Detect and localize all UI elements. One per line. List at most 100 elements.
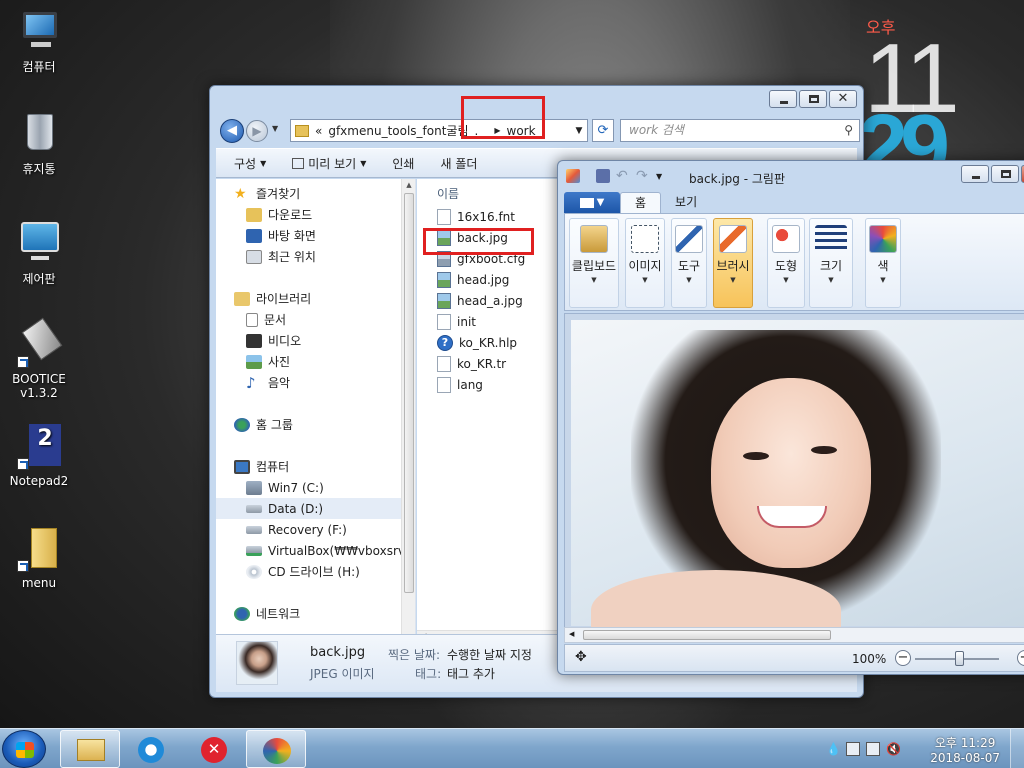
nav-desktop[interactable]: 바탕 화면 [246, 225, 401, 246]
minimize-button[interactable] [769, 90, 797, 108]
forward-button[interactable]: ▶ [246, 120, 268, 142]
preview-button[interactable]: 미리 보기 ▼ [292, 155, 366, 172]
paint-menu-button[interactable]: ▼ [564, 192, 620, 213]
customize-qat-icon[interactable]: ▼ [656, 172, 662, 181]
shortcut-arrow-icon [17, 560, 29, 572]
brushes-group[interactable]: 브러시 ▼ [713, 218, 753, 308]
nav-music[interactable]: ♪ 음악 [246, 372, 401, 393]
scroll-up-icon[interactable]: ▲ [402, 181, 415, 189]
detail-tag-value[interactable]: 태그 추가 [447, 665, 495, 682]
desktop-icon-control-panel[interactable]: 제어판 [1, 220, 77, 287]
image-file-icon [437, 292, 451, 309]
refresh-button[interactable]: ⟳ [592, 119, 614, 142]
taskbar-paint-button[interactable] [246, 730, 306, 768]
minimize-button[interactable] [961, 165, 989, 183]
nav-network[interactable]: 네트워크 [234, 603, 401, 624]
zoom-slider-handle[interactable] [955, 651, 964, 666]
scroll-left-icon[interactable]: ◀ [569, 630, 574, 638]
minimize-icon [780, 101, 788, 104]
nav-videos[interactable]: 비디오 [246, 330, 401, 351]
network-icon[interactable] [866, 742, 880, 756]
address-dropdown-icon[interactable]: ▼ [571, 126, 587, 136]
nav-recent[interactable]: 최근 위치 [246, 246, 401, 267]
organize-button[interactable]: 구성 ▼ [234, 155, 266, 172]
desktop-icon-recycle-bin[interactable]: 휴지통 [1, 110, 77, 177]
size-group[interactable]: 크기 ▼ [809, 218, 853, 308]
tools-group[interactable]: 도구 ▼ [671, 218, 707, 308]
print-button[interactable]: 인쇄 [392, 155, 414, 172]
maximize-button[interactable] [991, 165, 1019, 183]
desktop-icon-bootice[interactable]: BOOTICE v1.3.2 [1, 317, 77, 400]
paint-app-icon[interactable] [566, 169, 580, 183]
desktop-icon-notepad2[interactable]: 2 Notepad2 [1, 424, 77, 488]
desktop-icon-label: 제어판 [22, 272, 56, 286]
nav-computer[interactable]: 컴퓨터 [234, 456, 401, 477]
shapes-icon [772, 225, 800, 253]
recent-pages-dropdown[interactable]: ▼ [272, 124, 278, 133]
breadcrumb-folder[interactable]: gfxmenu_tools_font굴림_... [328, 122, 478, 139]
color-group[interactable]: 색 ▼ [865, 218, 901, 308]
start-button[interactable] [2, 730, 46, 768]
nav-drive-d[interactable]: Data (D:) [216, 498, 401, 519]
taskbar-sync-button[interactable]: ⟳ [122, 730, 182, 768]
nav-downloads[interactable]: 다운로드 [246, 204, 401, 225]
desktop-icon-menu[interactable]: menu [1, 526, 77, 590]
back-button[interactable]: ◀ [220, 119, 244, 143]
shortcut-arrow-icon [17, 458, 29, 470]
close-button[interactable]: ✕ [829, 90, 857, 108]
nav-network-drive[interactable]: VirtualBox(₩₩vboxsrv) ( [246, 540, 415, 561]
show-desktop-button[interactable] [1010, 729, 1024, 768]
nav-pictures[interactable]: 사진 [246, 351, 401, 372]
canvas-scrollbar[interactable]: ◀ [564, 627, 1024, 643]
scroll-thumb[interactable] [583, 630, 831, 640]
undo-icon[interactable]: ↶ [616, 169, 630, 183]
clipboard-group[interactable]: 클립보드 ▼ [569, 218, 619, 308]
nav-documents[interactable]: 문서 [246, 309, 401, 330]
volume-muted-icon[interactable]: 🔇 [886, 742, 901, 756]
clock[interactable]: 오후 11:29 2018-08-07 [930, 734, 1000, 765]
detail-date-value[interactable]: 수행한 날짜 지정 [447, 646, 532, 663]
nav-favorites[interactable]: ★ 즐겨찾기 [234, 183, 401, 204]
downloads-folder-icon [246, 207, 262, 222]
search-input[interactable]: work 검색 ⚲ [620, 119, 860, 142]
taskbar-close-app-button[interactable]: ✕ [184, 730, 244, 768]
highlight-address-work [461, 96, 545, 139]
taskbar-explorer-button[interactable] [60, 730, 120, 768]
image-group[interactable]: 이미지 ▼ [625, 218, 665, 308]
column-header-name[interactable]: 이름 [437, 185, 459, 202]
nav-homegroup[interactable]: 홈 그룹 [234, 414, 401, 435]
file-item[interactable]: head.jpg [437, 269, 509, 290]
image-file-icon [437, 271, 451, 288]
tab-home[interactable]: 홈 [620, 192, 662, 213]
tab-view[interactable]: 보기 [661, 192, 711, 213]
search-icon[interactable]: ⚲ [844, 120, 853, 141]
save-icon[interactable] [596, 169, 610, 183]
desktop-icon-computer[interactable]: 컴퓨터 [1, 8, 77, 75]
zoom-out-button[interactable]: − [895, 650, 911, 666]
shapes-group[interactable]: 도형 ▼ [767, 218, 805, 308]
file-item[interactable]: head_a.jpg [437, 290, 523, 311]
drop-icon[interactable]: 💧 [826, 742, 841, 756]
ribbon: 클립보드 ▼ 이미지 ▼ 도구 ▼ 브러시 ▼ 도형 ▼ 크기 ▼ 색 ▼ [564, 213, 1024, 311]
usb-icon[interactable] [846, 742, 860, 756]
zoom-in-button[interactable]: + [1017, 650, 1024, 666]
breadcrumb-overflow[interactable]: « [315, 124, 322, 138]
nav-drive-f[interactable]: Recovery (F:) [246, 519, 401, 540]
nav-drive-c[interactable]: Win7 (C:) [246, 477, 401, 498]
file-item[interactable]: ko_KR.tr [437, 353, 506, 374]
nav-scrollbar[interactable]: ▲ ▼ [401, 179, 415, 644]
file-item[interactable]: lang [437, 374, 483, 395]
nav-libraries[interactable]: 라이브러리 [234, 288, 401, 309]
clock-gadget[interactable]: 오후 11 29 [858, 12, 994, 197]
image-canvas[interactable] [571, 320, 1024, 627]
maximize-button[interactable] [799, 90, 827, 108]
file-item[interactable]: ? ko_KR.hlp [437, 332, 517, 353]
redo-icon[interactable]: ↷ [636, 169, 650, 183]
nav-cd-drive[interactable]: CD 드라이브 (H:) [246, 561, 401, 582]
desktop-icon-label: BOOTICE v1.3.2 [12, 372, 66, 400]
sync-icon: ⟳ [138, 737, 164, 763]
new-folder-button[interactable]: 새 폴더 [440, 155, 477, 172]
scroll-thumb[interactable] [404, 193, 414, 593]
file-item[interactable]: init [437, 311, 476, 332]
file-item[interactable]: 16x16.fnt [437, 206, 515, 227]
